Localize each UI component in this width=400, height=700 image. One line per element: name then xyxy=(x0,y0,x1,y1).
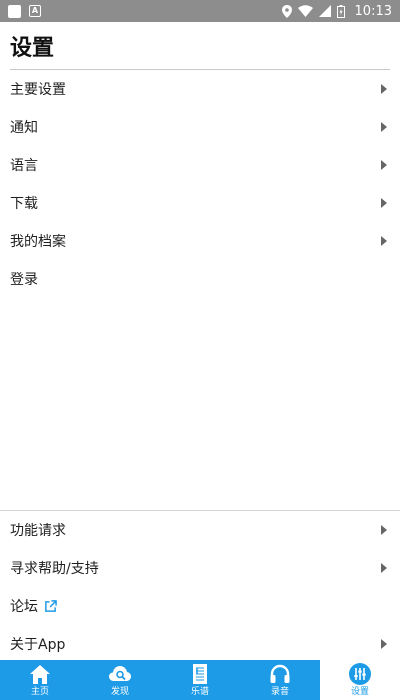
settings-menu-bottom: 功能请求 寻求帮助/支持 论坛 关于App xyxy=(0,510,400,663)
tab-recording[interactable]: 录音 xyxy=(240,660,320,700)
bottom-tab-bar: 主页 发现 乐谱 录音 设置 xyxy=(0,660,400,700)
cloud-search-icon xyxy=(109,666,131,681)
menu-item-feature-request[interactable]: 功能请求 xyxy=(0,511,400,549)
menu-item-help-support[interactable]: 寻求帮助/支持 xyxy=(0,549,400,587)
chevron-right-icon xyxy=(381,236,387,246)
tab-home[interactable]: 主页 xyxy=(0,660,80,700)
chevron-right-icon xyxy=(381,563,387,573)
sheet-music-icon xyxy=(193,664,207,684)
tab-settings[interactable]: 设置 xyxy=(320,660,400,700)
tab-sheet-music[interactable]: 乐谱 xyxy=(160,660,240,700)
tab-discover[interactable]: 发现 xyxy=(80,660,160,700)
status-left: A xyxy=(8,4,41,18)
menu-item-label: 语言 xyxy=(10,158,38,174)
status-time: 10:13 xyxy=(354,3,392,19)
menu-item-label: 论坛 xyxy=(10,599,38,615)
menu-item-label: 功能请求 xyxy=(10,523,66,539)
chevron-right-icon xyxy=(381,639,387,649)
menu-item-label: 下载 xyxy=(10,196,38,212)
menu-item-login[interactable]: 登录 xyxy=(0,260,400,298)
chevron-right-icon xyxy=(381,198,387,208)
menu-item-label: 我的档案 xyxy=(10,234,66,250)
settings-menu-top: 主要设置 通知 语言 下载 我的档案 登录 xyxy=(0,70,400,298)
tab-label: 发现 xyxy=(110,687,129,697)
chevron-right-icon xyxy=(381,122,387,132)
menu-item-language[interactable]: 语言 xyxy=(0,146,400,184)
battery-icon xyxy=(336,4,345,18)
forum-label-group: 论坛 xyxy=(10,596,57,616)
menu-item-label: 登录 xyxy=(10,272,38,288)
home-icon xyxy=(30,665,50,684)
signal-icon xyxy=(318,5,331,17)
menu-item-forum[interactable]: 论坛 xyxy=(0,587,400,625)
tab-label: 录音 xyxy=(270,687,289,697)
tab-label: 主页 xyxy=(30,687,49,697)
chevron-right-icon xyxy=(381,84,387,94)
menu-item-about-app[interactable]: 关于App xyxy=(0,625,400,663)
tab-label: 乐谱 xyxy=(190,687,209,697)
status-bar: A 10:13 xyxy=(0,0,400,22)
headphones-icon xyxy=(270,664,290,683)
sliders-icon xyxy=(349,663,371,685)
tab-label: 设置 xyxy=(350,687,369,697)
wifi-icon xyxy=(297,5,313,17)
menu-item-label: 通知 xyxy=(10,120,38,136)
menu-item-downloads[interactable]: 下载 xyxy=(0,184,400,222)
menu-item-my-profile[interactable]: 我的档案 xyxy=(0,222,400,260)
location-icon xyxy=(281,4,292,18)
a-letter-icon: A xyxy=(29,5,41,17)
menu-item-notifications[interactable]: 通知 xyxy=(0,108,400,146)
status-right: 10:13 xyxy=(281,3,392,19)
external-link-icon xyxy=(45,599,57,612)
menu-item-label: 寻求帮助/支持 xyxy=(10,561,99,577)
menu-item-label: 主要设置 xyxy=(10,82,66,98)
app-square-icon xyxy=(8,4,21,18)
page-title: 设置 xyxy=(10,36,55,61)
chevron-right-icon xyxy=(381,160,387,170)
menu-item-label: 关于App xyxy=(10,637,66,653)
chevron-right-icon xyxy=(381,525,387,535)
menu-item-main-settings[interactable]: 主要设置 xyxy=(0,70,400,108)
